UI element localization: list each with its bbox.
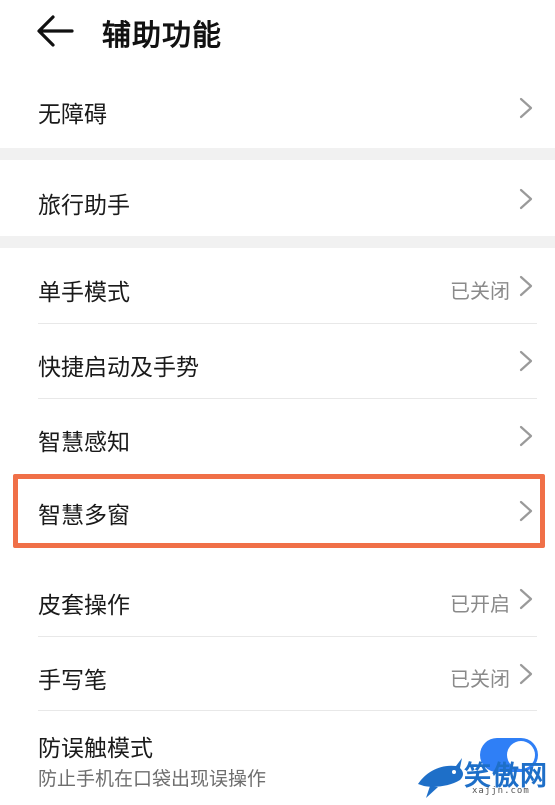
list-item-label: 智慧感知 [38, 430, 130, 456]
list-item-stylus[interactable]: 手写笔 已关闭 [0, 637, 555, 710]
list-item-label: 手写笔 [38, 668, 107, 694]
watermark-domain: xajjn.com [472, 786, 530, 796]
list-item-label: 单手模式 [38, 280, 130, 306]
status-text: 已关闭 [450, 667, 510, 691]
status-text: 已开启 [450, 592, 510, 616]
page-title: 辅助功能 [102, 18, 223, 52]
list-item-smart-perception[interactable]: 智慧感知 [0, 399, 555, 474]
group-separator [0, 148, 555, 160]
highlight-box [13, 474, 545, 548]
list-item-one-handed-mode[interactable]: 单手模式 已关闭 [0, 248, 555, 323]
status-text: 已关闭 [450, 279, 510, 303]
app-header: 辅助功能 [0, 0, 555, 66]
list-item-travel-assistant[interactable]: 旅行助手 [0, 160, 555, 236]
shark-logo-icon [418, 758, 463, 798]
chevron-right-icon [519, 663, 533, 685]
chevron-right-icon [519, 97, 533, 119]
chevron-right-icon [519, 275, 533, 297]
group-separator [0, 236, 555, 248]
list-item-label: 防误触模式 [38, 736, 153, 762]
list-item-accessibility[interactable]: 无障碍 [0, 66, 555, 148]
list-item-label: 皮套操作 [38, 593, 130, 619]
chevron-right-icon [519, 425, 533, 447]
list-item-description: 防止手机在口袋出现误操作 [38, 768, 267, 790]
back-arrow-icon[interactable] [36, 14, 76, 48]
chevron-right-icon [519, 588, 533, 610]
list-item-label: 快捷启动及手势 [38, 355, 199, 381]
chevron-right-icon [519, 350, 533, 372]
chevron-right-icon [519, 188, 533, 210]
list-item-cover-operation[interactable]: 皮套操作 已开启 [0, 561, 555, 636]
list-item-label: 无障碍 [38, 102, 107, 128]
list-item-shortcuts-gestures[interactable]: 快捷启动及手势 [0, 324, 555, 398]
list-item-label: 旅行助手 [38, 193, 130, 219]
watermark: 笑傲网 xajjn.com [416, 752, 554, 802]
